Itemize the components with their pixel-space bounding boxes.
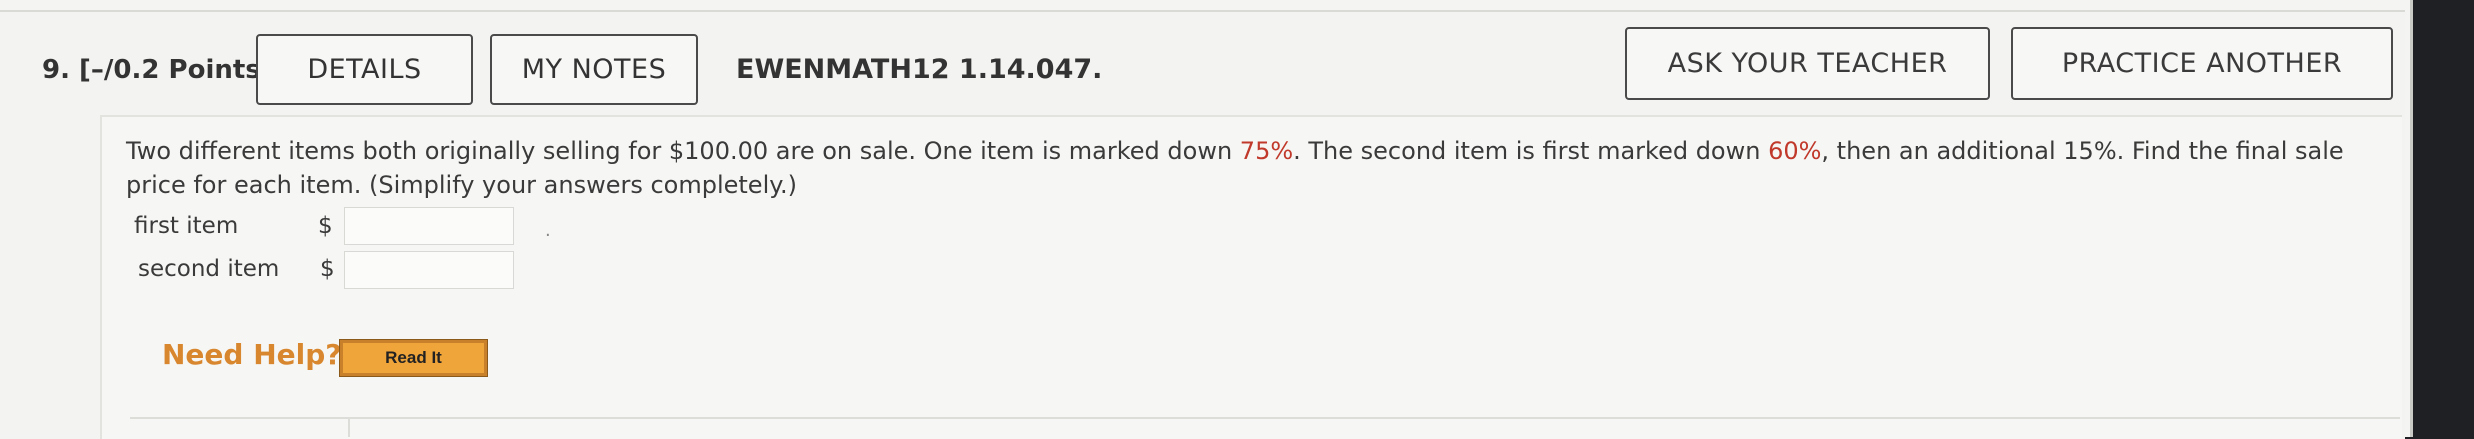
assignment-page: 9. [–/0.2 Points] DETAILS MY NOTES EWENM… [0, 0, 2413, 439]
question-text-part: . The second item is first marked down [1293, 137, 1769, 165]
first-item-dollar: $ [318, 213, 333, 239]
first-item-period: . [545, 220, 551, 241]
second-item-dollar: $ [320, 256, 335, 282]
my-notes-button[interactable]: MY NOTES [490, 34, 698, 105]
second-item-label: second item [138, 256, 280, 282]
question-number: 9. [42, 55, 70, 85]
divider [130, 417, 2400, 419]
question-points: [–/0.2 Points] [79, 55, 273, 85]
second-item-input[interactable] [344, 251, 514, 289]
question-code: EWENMATH12 1.14.047. [736, 54, 1103, 85]
read-it-button[interactable]: Read It [339, 339, 488, 377]
question-text: Two different items both originally sell… [126, 134, 2366, 202]
highlight-markdown-1: 75% [1239, 137, 1294, 165]
ask-your-teacher-button[interactable]: ASK YOUR TEACHER [1625, 27, 1990, 100]
divider [348, 419, 350, 437]
practice-another-button[interactable]: PRACTICE ANOTHER [2011, 27, 2393, 100]
details-button[interactable]: DETAILS [256, 34, 473, 105]
question-text-part: Two different items both originally sell… [126, 137, 1240, 165]
highlight-markdown-2: 60% [1768, 137, 1822, 165]
question-header: 9. [–/0.2 Points] [42, 55, 273, 85]
first-item-label: first item [134, 213, 239, 239]
need-help-label: Need Help? [162, 338, 342, 371]
first-item-input[interactable] [344, 207, 514, 245]
